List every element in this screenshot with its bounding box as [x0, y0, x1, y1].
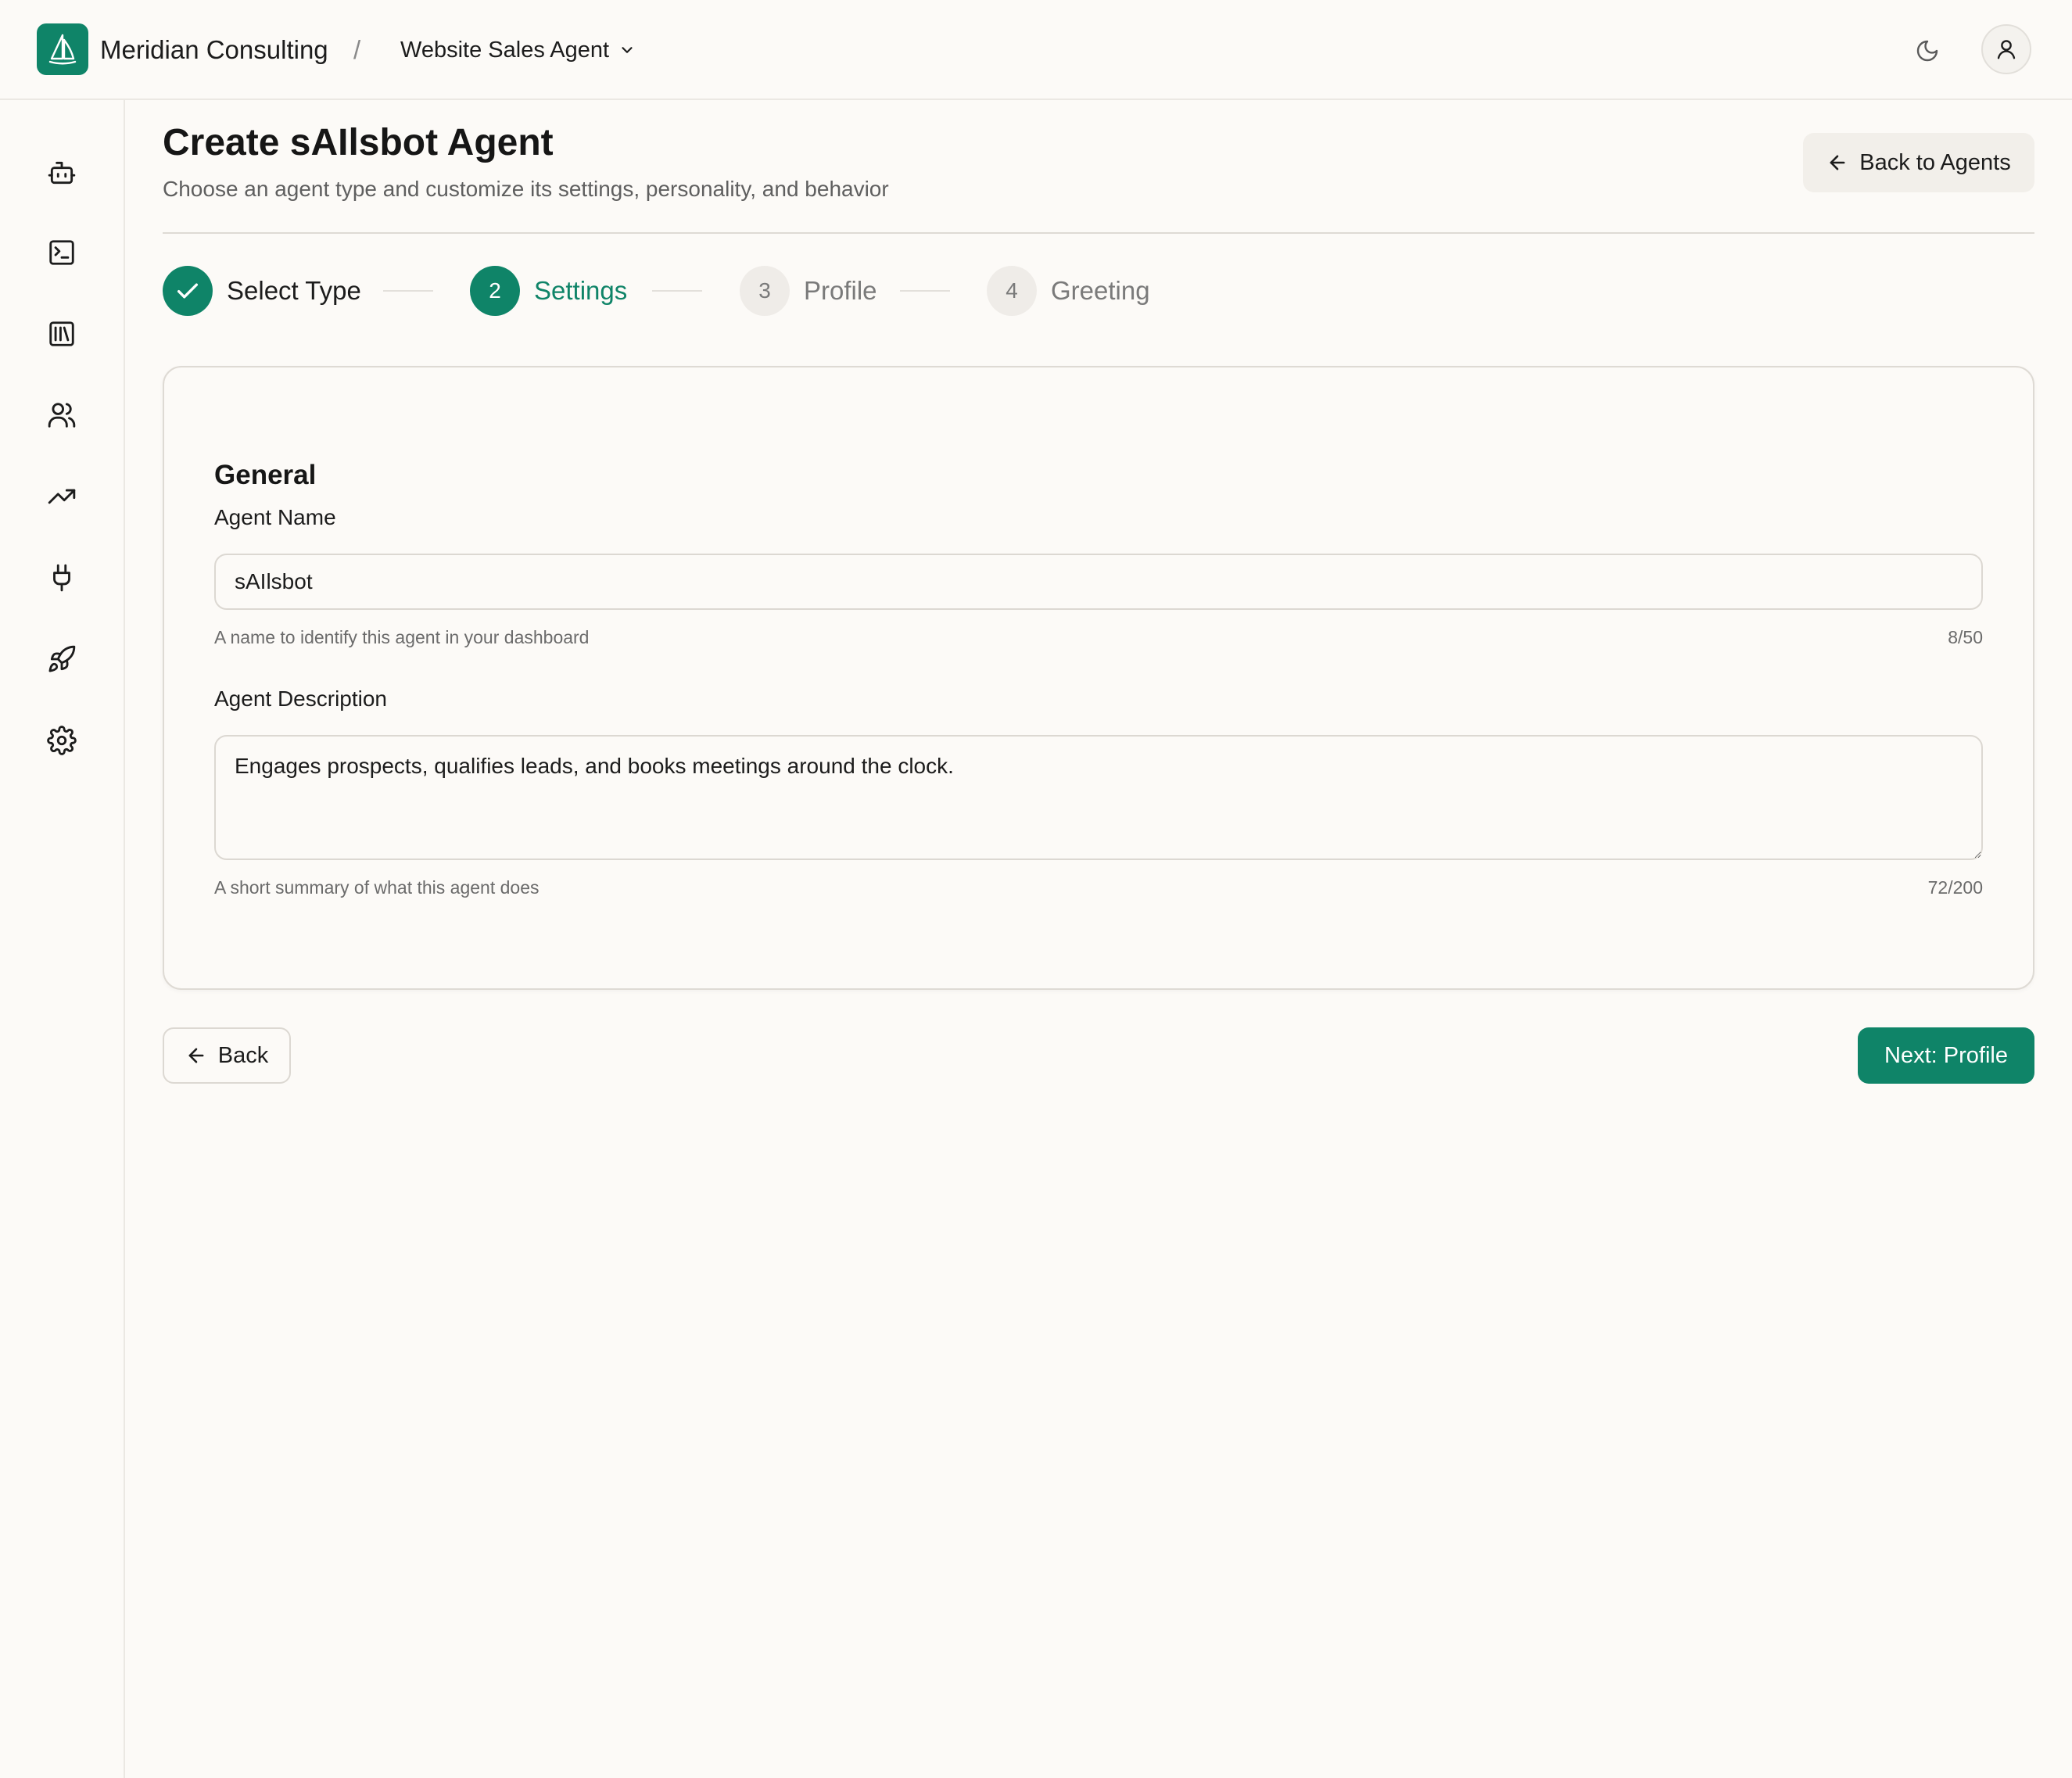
agent-name-label: Agent Name [214, 505, 336, 529]
user-menu-button[interactable] [1981, 24, 2031, 74]
step-select-type[interactable]: Select Type [163, 266, 361, 316]
next-profile-button[interactable]: Next: Profile [1858, 1027, 2034, 1084]
logo-sail-icon[interactable] [37, 23, 88, 75]
back-button-label: Back [217, 1042, 269, 1068]
library-icon [47, 319, 77, 349]
step-greeting[interactable]: 4 Greeting [987, 266, 1150, 316]
sidebar-item-library[interactable] [41, 313, 83, 355]
agent-description-textarea[interactable]: Engages prospects, qualifies leads, and … [214, 735, 1983, 860]
step-label: Select Type [227, 276, 361, 305]
agent-description-label: Agent Description [214, 686, 388, 711]
sidebar-item-analytics[interactable] [41, 475, 83, 518]
terminal-icon [47, 238, 77, 267]
page-subtitle: Choose an agent type and customize its s… [163, 177, 889, 201]
step-complete-check-icon [163, 266, 213, 316]
back-to-agents-label: Back to Agents [1859, 149, 2011, 175]
sidebar-item-deploy[interactable] [41, 638, 83, 680]
sidebar-item-settings[interactable] [41, 719, 83, 762]
agent-selector[interactable]: Website Sales Agent [400, 33, 636, 67]
arrow-left-icon [1826, 152, 1848, 174]
step-number: 4 [987, 266, 1037, 316]
header-divider [163, 232, 2034, 234]
agent-name-counter: 8/50 [1948, 627, 1983, 647]
agent-selector-label: Website Sales Agent [400, 37, 610, 63]
users-icon [47, 400, 77, 430]
step-profile[interactable]: 3 Profile [740, 266, 877, 316]
step-number: 3 [740, 266, 790, 316]
bot-icon [47, 158, 77, 188]
sidebar-item-console[interactable] [41, 231, 83, 274]
section-title-general: General [214, 460, 317, 490]
moon-icon [1915, 38, 1940, 63]
agent-description-hint: A short summary of what this agent does [214, 877, 540, 898]
user-icon [1995, 38, 2018, 61]
step-connector [900, 290, 950, 292]
agent-description-counter: 72/200 [1927, 877, 1983, 898]
agent-name-input[interactable] [214, 554, 1983, 610]
page-title: Create sAIlsbot Agent [163, 122, 554, 163]
sidebar-item-integrations[interactable] [41, 557, 83, 599]
sidebar [0, 100, 125, 1778]
rocket-icon [47, 644, 77, 674]
step-label: Greeting [1051, 276, 1150, 305]
back-to-agents-button[interactable]: Back to Agents [1803, 133, 2034, 192]
theme-toggle-button[interactable] [1908, 31, 1947, 70]
step-settings[interactable]: 2 Settings [470, 266, 627, 316]
step-label: Settings [534, 276, 628, 305]
top-bar: Meridian Consulting / Website Sales Agen… [0, 0, 2072, 100]
step-connector [383, 290, 433, 292]
sidebar-item-agents[interactable] [41, 152, 83, 194]
trending-up-icon [47, 482, 77, 511]
org-name[interactable]: Meridian Consulting [100, 34, 328, 66]
next-button-label: Next: Profile [1884, 1042, 2008, 1068]
agent-name-hint: A name to identify this agent in your da… [214, 627, 590, 647]
breadcrumb-separator: / [353, 35, 361, 64]
gear-icon [47, 726, 77, 755]
step-number: 2 [470, 266, 520, 316]
chevron-down-icon [618, 41, 636, 59]
step-connector [652, 290, 702, 292]
back-button[interactable]: Back [163, 1027, 291, 1084]
sidebar-item-contacts[interactable] [41, 394, 83, 436]
step-label: Profile [804, 276, 877, 305]
plug-icon [47, 563, 77, 593]
arrow-left-icon [185, 1045, 207, 1066]
